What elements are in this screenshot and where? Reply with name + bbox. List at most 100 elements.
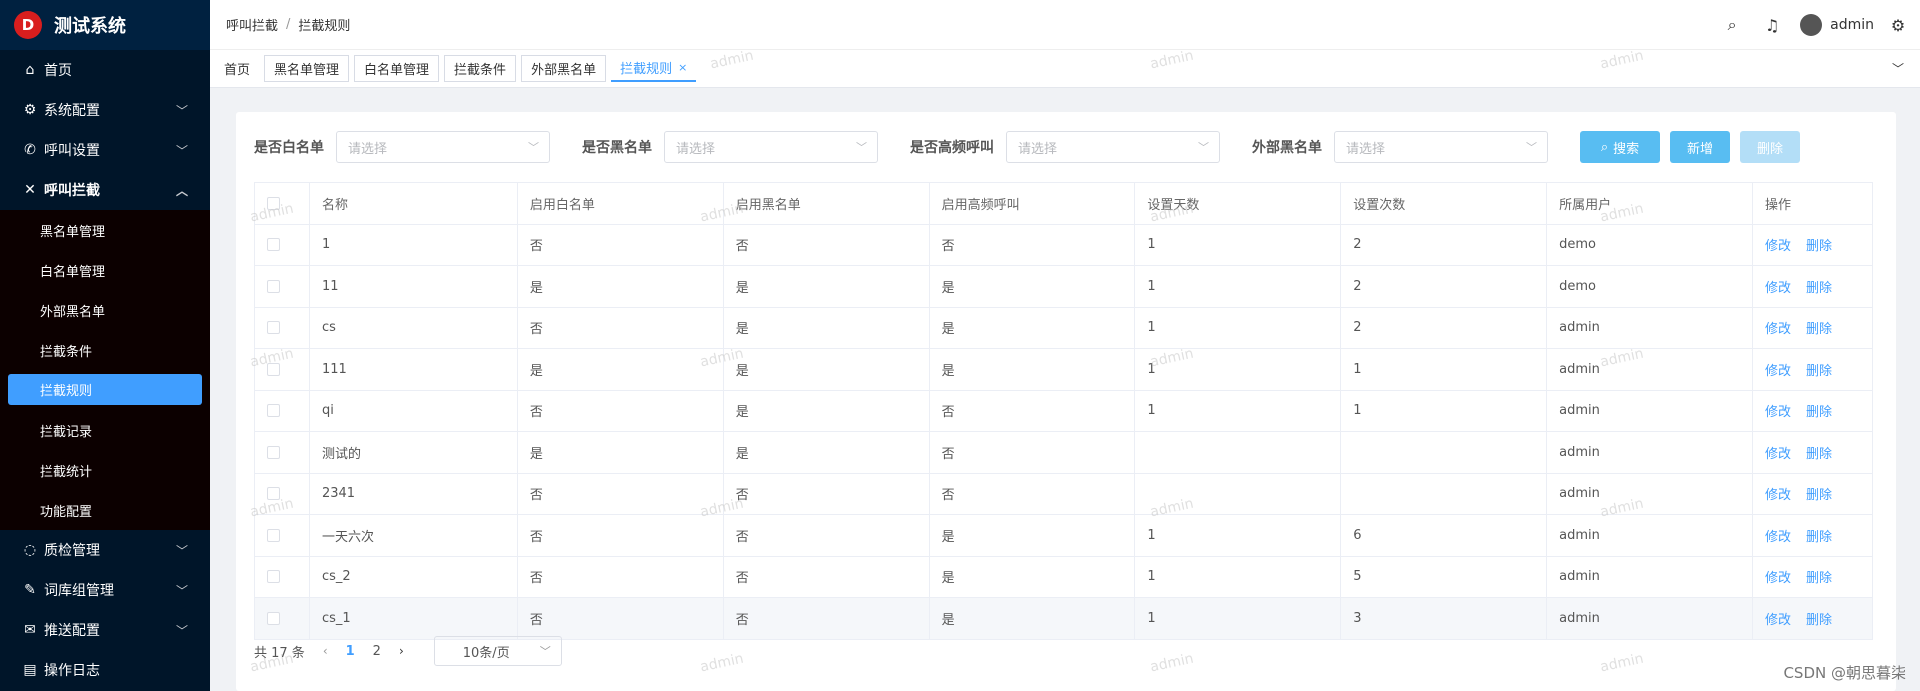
table-row[interactable]: cs_2 否否是 1 5 admin 修改 删除 — [254, 556, 1873, 598]
close-icon[interactable]: × — [678, 61, 687, 74]
add-button[interactable]: 新增 — [1670, 131, 1730, 163]
column-header[interactable]: 所属用户 — [1546, 182, 1754, 225]
column-header[interactable]: 设置次数 — [1340, 182, 1548, 225]
row-checkbox[interactable] — [267, 238, 280, 252]
delete-link[interactable]: 删除 — [1806, 613, 1832, 628]
sidebar-item-intercept-records[interactable]: 拦截记录 — [0, 410, 210, 450]
sidebar-item-system-config[interactable]: ⚙ 系统配置 ﹀ — [0, 90, 210, 130]
sidebar-item-call-intercept[interactable]: ✕ 呼叫拦截 ︿ — [0, 170, 210, 210]
table-cell: 否 — [517, 556, 724, 598]
sidebar-item-intercept-rules[interactable]: 拦截规则 — [8, 374, 202, 405]
delete-button[interactable]: 删除 — [1740, 131, 1800, 163]
search-icon: ⌕ — [1600, 139, 1609, 155]
table-row[interactable]: 一天六次否否是 1 6 admin 修改 删除 — [254, 514, 1873, 557]
edit-link[interactable]: 修改 — [1765, 322, 1791, 337]
sidebar-item-blacklist[interactable]: 黑名单管理 — [0, 210, 210, 250]
table-row[interactable]: cs_1 否否是 1 3 admin 修改 删除 — [254, 597, 1873, 640]
row-checkbox[interactable] — [267, 528, 280, 542]
edit-link[interactable]: 修改 — [1765, 364, 1791, 379]
table-row[interactable]: qi 否是否 1 1 admin 修改 删除 — [254, 390, 1873, 432]
delete-link[interactable]: 删除 — [1806, 322, 1832, 337]
table-cell: 否 — [723, 597, 930, 640]
edit-link[interactable]: 修改 — [1765, 613, 1791, 628]
edit-link[interactable]: 修改 — [1765, 239, 1791, 254]
row-checkbox[interactable] — [267, 404, 280, 418]
edit-link[interactable]: 修改 — [1765, 405, 1791, 420]
tag-conditions[interactable]: 拦截条件 — [444, 55, 517, 82]
sidebar-item-home[interactable]: ⌂ 首页 — [0, 50, 210, 90]
sidebar-item-intercept-conditions[interactable]: 拦截条件 — [0, 330, 210, 370]
sidebar-item-label: 首页 — [44, 63, 72, 79]
pagination: 共 17 条 ‹ 1 2 › 10条/页 ﹀ — [254, 635, 562, 667]
user-name[interactable]: admin — [1830, 17, 1874, 33]
breadcrumb-item[interactable]: 呼叫拦截 — [226, 15, 278, 34]
delete-link[interactable]: 删除 — [1806, 281, 1832, 296]
column-header[interactable]: 启用白名单 — [517, 182, 724, 225]
row-checkbox[interactable] — [267, 611, 280, 625]
sidebar-item-whitelist[interactable]: 白名单管理 — [0, 250, 210, 290]
column-header[interactable]: 启用黑名单 — [723, 182, 930, 225]
avatar[interactable] — [1800, 14, 1823, 36]
tag-home[interactable]: 首页 — [218, 55, 260, 82]
page-2[interactable]: 2 — [373, 644, 381, 659]
gear-icon[interactable]: ⚙ — [1886, 16, 1910, 35]
edit-link[interactable]: 修改 — [1765, 488, 1791, 503]
header-actions: ⌕ ♫ admin ⚙ — [1712, 0, 1910, 50]
action-cell: 修改 删除 — [1752, 307, 1873, 349]
table-cell: cs — [309, 307, 518, 349]
whitelist-select[interactable]: 请选择 ﹀ — [336, 131, 550, 163]
delete-link[interactable]: 删除 — [1806, 488, 1832, 503]
bell-icon[interactable]: ♫ — [1752, 16, 1792, 35]
chevron-right-icon[interactable]: › — [399, 644, 404, 658]
column-header[interactable]: 启用高频呼叫 — [929, 182, 1136, 225]
edit-link[interactable]: 修改 — [1765, 530, 1791, 545]
edit-link[interactable]: 修改 — [1765, 281, 1791, 296]
tag-label: 外部黑名单 — [531, 63, 597, 78]
search-button[interactable]: ⌕ 搜索 — [1580, 131, 1660, 163]
row-checkbox[interactable] — [267, 279, 280, 293]
table-row[interactable]: 11 是是是 1 2 demo 修改 删除 — [254, 265, 1873, 308]
sidebar-item-operation-log[interactable]: ▤ 操作日志 — [0, 650, 210, 690]
chevron-down-icon[interactable]: ﹀ — [1892, 60, 1904, 77]
search-icon[interactable]: ⌕ — [1712, 15, 1752, 35]
table-cell: demo — [1546, 224, 1754, 266]
tag-external-blacklist[interactable]: 外部黑名单 — [521, 55, 607, 82]
delete-link[interactable]: 删除 — [1806, 530, 1832, 545]
chevron-left-icon[interactable]: ‹ — [323, 644, 328, 658]
brand[interactable]: D 测试系统 — [0, 0, 210, 50]
delete-link[interactable]: 删除 — [1806, 571, 1832, 586]
edit-link[interactable]: 修改 — [1765, 447, 1791, 462]
sidebar-item-feature-config[interactable]: 功能配置 — [0, 490, 210, 530]
row-checkbox[interactable] — [267, 321, 280, 335]
table-cell: 是 — [517, 265, 724, 308]
row-checkbox[interactable] — [267, 445, 280, 459]
row-checkbox[interactable] — [267, 570, 280, 584]
tag-blacklist[interactable]: 黑名单管理 — [264, 55, 350, 82]
tag-whitelist[interactable]: 白名单管理 — [354, 55, 440, 82]
edit-link[interactable]: 修改 — [1765, 571, 1791, 586]
sidebar-item-external-blacklist[interactable]: 外部黑名单 — [0, 290, 210, 330]
table-row[interactable]: cs 否是是 1 2 admin 修改 删除 — [254, 307, 1873, 349]
table-cell: 2 — [1340, 265, 1548, 308]
sidebar-item-quality-check[interactable]: ◌ 质检管理 ﹀ — [0, 530, 210, 570]
sidebar-item-call-settings[interactable]: ✆ 呼叫设置 ﹀ — [0, 130, 210, 170]
sidebar-item-push-config[interactable]: ✉ 推送配置 ﹀ — [0, 610, 210, 650]
page-1[interactable]: 1 — [346, 644, 355, 659]
sidebar-item-lexicon[interactable]: ✎ 词库组管理 ﹀ — [0, 570, 210, 610]
delete-link[interactable]: 删除 — [1806, 364, 1832, 379]
delete-link[interactable]: 删除 — [1806, 239, 1832, 254]
table-cell: 111 — [309, 348, 518, 391]
external-blacklist-select[interactable]: 请选择 ﹀ — [1334, 131, 1548, 163]
delete-link[interactable]: 删除 — [1806, 405, 1832, 420]
table-cell: 否 — [929, 390, 1136, 432]
page-size-select[interactable]: 10条/页 ﹀ — [433, 636, 562, 666]
sidebar-item-intercept-stats[interactable]: 拦截统计 — [0, 450, 210, 490]
table-row[interactable]: 测试的是是否 admin 修改 删除 — [254, 431, 1873, 474]
tag-intercept-rules[interactable]: 拦截规则 × — [611, 55, 697, 82]
column-header[interactable]: 名称 — [309, 182, 518, 225]
delete-link[interactable]: 删除 — [1806, 447, 1832, 462]
table-row[interactable]: 1 否否否 1 2 demo 修改 删除 — [254, 224, 1873, 266]
high-frequency-select[interactable]: 请选择 ﹀ — [1006, 131, 1220, 163]
blacklist-select[interactable]: 请选择 ﹀ — [664, 131, 878, 163]
select-placeholder: 请选择 — [676, 141, 716, 157]
